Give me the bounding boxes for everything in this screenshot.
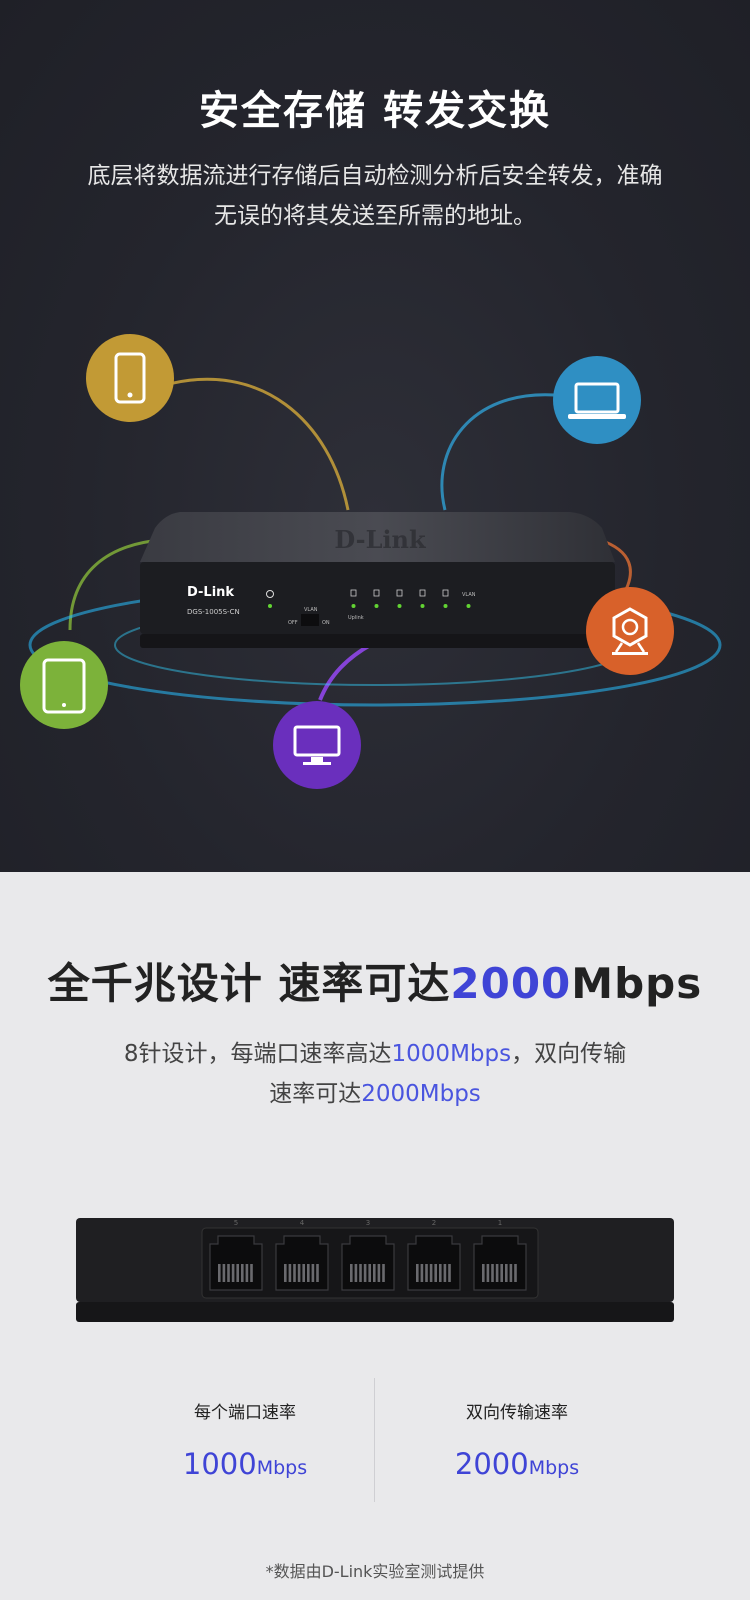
section-title: 安全存储 转发交换 <box>199 88 551 134</box>
stat-bidirectional-speed: 双向传输速率 2000Mbps <box>402 1398 632 1481</box>
description-line: 无误的将其发送至所需的地址。 <box>214 203 536 229</box>
section-description: 底层将数据流进行存储后自动检测分析后安全转发，准确 无误的将其发送至所需的地址。 <box>40 156 710 236</box>
footnote: *数据由D-Link实验室测试提供 <box>265 1562 485 1581</box>
description-highlight: 1000Mbps <box>391 1041 512 1067</box>
port-number: 5 <box>234 1219 238 1227</box>
section-title: 全千兆设计 速率可达2000Mbps <box>0 950 750 1011</box>
title-highlight: 2000 <box>450 959 572 1008</box>
description-line: 底层将数据流进行存储后自动检测分析后安全转发，准确 <box>87 163 663 189</box>
uplink-label: Uplink <box>348 615 364 621</box>
port-number: 2 <box>432 1219 436 1227</box>
vlan-switch-label: VLAN <box>304 607 318 613</box>
off-label: OFF <box>288 620 298 626</box>
section-description: 8针设计，每端口速率高达1000Mbps，双向传输 速率可达2000Mbps <box>60 1034 690 1114</box>
description-text: ，双向传输 <box>511 1041 627 1067</box>
cable-laptop <box>440 393 556 511</box>
stat-unit: Mbps <box>528 1457 580 1479</box>
cable-phone <box>164 377 350 511</box>
divider <box>374 1378 375 1502</box>
network-illustration: D-Link D-Link DGS-1005S-CN VLAN OFF ON V… <box>20 334 722 789</box>
title-suffix: Mbps <box>571 959 703 1008</box>
description-text: 8针设计，每端口速率高达 <box>123 1041 392 1067</box>
stat-label: 双向传输速率 <box>466 1403 568 1423</box>
network-switch: D-Link D-Link DGS-1005S-CN VLAN OFF ON V… <box>140 512 615 648</box>
power-led <box>268 604 272 608</box>
port-number: 3 <box>366 1219 370 1227</box>
switch-top-logo: D-Link <box>334 525 427 554</box>
laptop-badge <box>553 356 641 444</box>
port-number: 1 <box>498 1219 502 1227</box>
title-text: 全千兆设计 速率可达 <box>47 959 451 1008</box>
switch-rear-ports: 5 4 3 2 1 <box>76 1218 674 1322</box>
stat-number: 1000 <box>182 1447 257 1481</box>
on-label: ON <box>322 620 330 626</box>
stat-number: 2000 <box>454 1447 529 1481</box>
vlan-led-label: VLAN <box>462 592 476 598</box>
stat-unit: Mbps <box>256 1457 308 1479</box>
stat-value: 1000Mbps <box>130 1447 360 1481</box>
stat-per-port-speed: 每个端口速率 1000Mbps <box>130 1398 360 1481</box>
tablet-badge <box>20 641 108 729</box>
description-text: 速率可达 <box>269 1081 362 1107</box>
smartphone-badge <box>86 334 174 422</box>
webcam-badge <box>586 587 674 675</box>
vlan-toggle[interactable] <box>301 614 319 626</box>
port-number: 4 <box>300 1219 305 1227</box>
stat-label: 每个端口速率 <box>194 1403 296 1423</box>
description-highlight: 2000Mbps <box>361 1081 481 1107</box>
stat-value: 2000Mbps <box>402 1447 632 1481</box>
switch-front-logo: D-Link <box>187 585 234 600</box>
switch-model: DGS-1005S-CN <box>187 608 240 616</box>
monitor-badge <box>273 701 361 789</box>
